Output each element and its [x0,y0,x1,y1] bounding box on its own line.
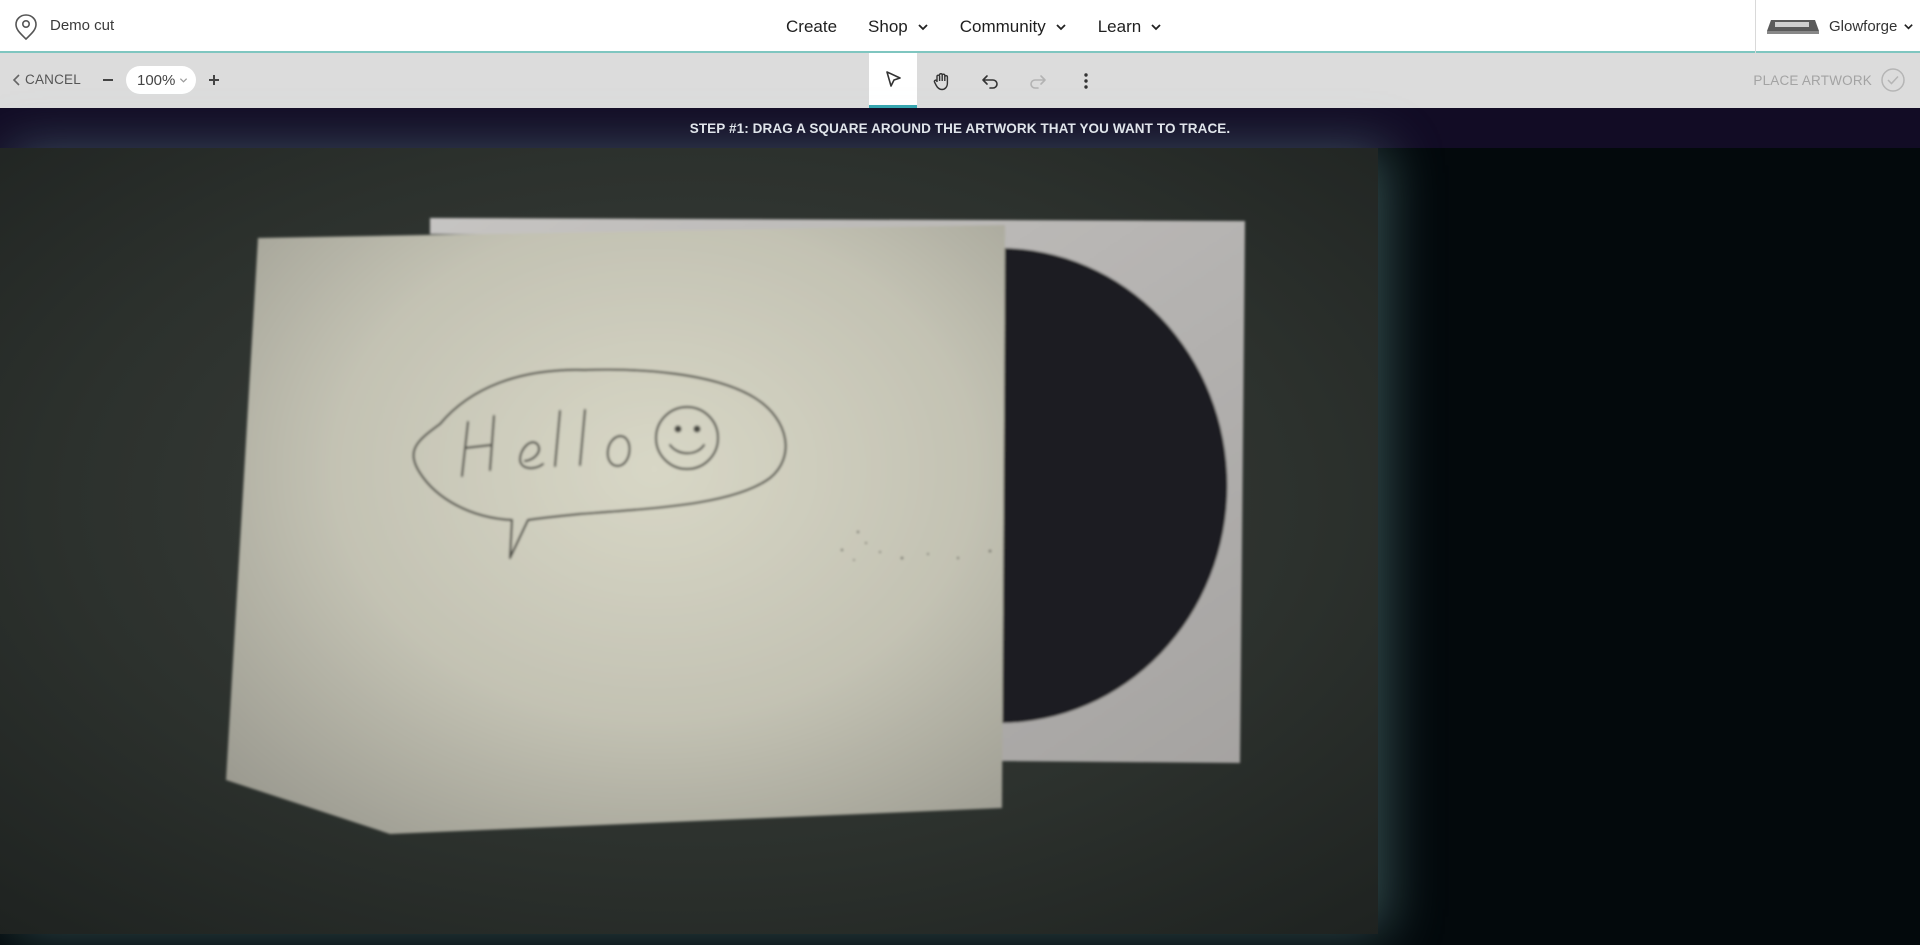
camera-photo[interactable] [0,148,1378,934]
zoom-level-value: 100% [137,71,176,89]
main-nav-menu: Create Shop Community Learn [786,0,1193,53]
nav-shop[interactable]: Shop [868,17,929,37]
hand-pan-icon [933,72,949,90]
step-instruction-text: STEP #1: DRAG A SQUARE AROUND THE ARTWOR… [689,120,1231,136]
select-tool-button[interactable] [869,53,917,108]
place-artwork-label: PLACE ARTWORK [1753,72,1872,88]
trace-workspace [0,148,1920,945]
chevron-down-icon [179,78,188,83]
zoom-out-icon[interactable] [99,71,117,89]
zoom-level-select[interactable]: 100% [126,66,196,94]
laser-machine-icon [1767,19,1819,34]
undo-icon [982,74,998,89]
nav-create[interactable]: Create [786,17,837,37]
cancel-button[interactable]: CANCEL [12,72,81,87]
nav-community[interactable]: Community [960,17,1067,37]
chevron-left-icon [12,73,20,86]
undo-button[interactable] [966,53,1014,108]
chevron-down-icon [1151,23,1161,30]
more-vertical-icon [1084,72,1088,89]
nav-learn[interactable]: Learn [1098,17,1162,37]
account-menu[interactable]: Glowforge [1755,0,1920,53]
project-title: Demo cut [50,17,115,34]
front-paper-sheet [226,225,1005,834]
nav-community-label: Community [959,16,1046,36]
nav-shop-label: Shop [868,16,908,36]
cancel-label: CANCEL [25,72,81,87]
checkmark-circle-icon [1881,68,1905,92]
chevron-down-icon [918,23,928,30]
select-pointer-icon [886,71,901,87]
nav-create-label: Create [786,16,838,36]
redo-icon [1030,74,1046,89]
place-artwork-button[interactable]: PLACE ARTWORK [1753,67,1906,93]
editor-toolbar: CANCEL 100% PLACE ARTWORK [0,53,1920,108]
redo-button[interactable] [1014,53,1062,108]
step-instruction-banner: STEP #1: DRAG A SQUARE AROUND THE ARTWOR… [0,108,1920,148]
glowforge-logo-icon[interactable] [14,13,38,41]
chevron-down-icon [1056,23,1066,30]
chevron-down-icon [1904,24,1914,30]
more-options-button[interactable] [1062,53,1110,108]
account-name: Glowforge [1829,18,1898,35]
nav-learn-label: Learn [1097,16,1142,36]
zoom-in-icon[interactable] [205,71,223,89]
top-navigation-bar: Demo cut Create Shop Community Learn Glo… [0,0,1920,53]
camera-image-canvas[interactable] [0,148,1378,934]
pan-tool-button[interactable] [918,53,966,108]
